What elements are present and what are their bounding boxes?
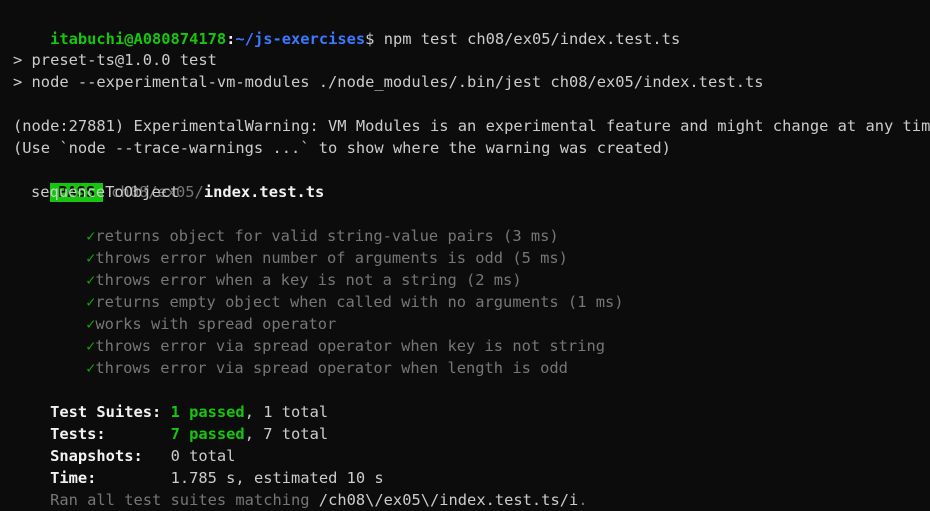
test-case-row: ✓throws error when a key is not a string… xyxy=(49,247,522,289)
prompt-path: ~/js-exercises xyxy=(235,30,366,48)
ran-all-suites-line: Ran all test suites matching /ch08\/ex05… xyxy=(13,467,587,509)
summary-test-suites: Test Suites: 1 passed, 1 total xyxy=(13,379,328,421)
npm-command-line: > node --experimental-vm-modules ./node_… xyxy=(13,73,764,91)
test-case-row: ✓throws error via spread operator when l… xyxy=(49,335,568,377)
trace-warnings-hint-line: (Use `node --trace-warnings ...` to show… xyxy=(13,139,671,157)
tests-total: , 7 total xyxy=(244,425,329,443)
experimental-warning-line: (node:27881) ExperimentalWarning: VM Mod… xyxy=(13,117,930,135)
test-case-name: throws error via spread operator when le… xyxy=(95,359,568,377)
summary-snapshots: Snapshots: 0 total xyxy=(13,423,235,465)
prompt-line: itabuchi@A080874178:~/js-exercises$ npm … xyxy=(13,6,680,48)
test-file-name: index.test.ts xyxy=(203,183,325,201)
suite-name: sequenceToObject xyxy=(31,183,180,201)
terminal-window[interactable]: itabuchi@A080874178:~/js-exercises$ npm … xyxy=(0,0,930,511)
summary-time: Time: 1.785 s, estimated 10 s xyxy=(13,445,384,487)
ran-suffix: . xyxy=(578,491,588,509)
check-icon: ✓ xyxy=(86,359,96,377)
test-case-row: ✓throws error when number of arguments i… xyxy=(49,225,568,267)
test-case-row: ✓throws error via spread operator when k… xyxy=(49,313,605,355)
test-case-row: ✓returns object for valid string-value p… xyxy=(49,203,559,245)
command-text: npm test ch08/ex05/index.test.ts xyxy=(374,30,681,48)
test-case-row: ✓works with spread operator xyxy=(49,291,336,333)
npm-script-line: > preset-ts@1.0.0 test xyxy=(13,51,217,69)
summary-tests: Tests: 7 passed, 7 total xyxy=(13,401,328,443)
prompt-user-host: itabuchi@A080874178 xyxy=(50,30,227,48)
current-prompt-line[interactable]: itabuchi@A080874178:~/js-exercises$ xyxy=(13,489,386,511)
test-result-line: PASS ch08/ex05/index.test.ts xyxy=(13,159,324,202)
test-case-row: ✓returns empty object when called with n… xyxy=(49,269,623,311)
